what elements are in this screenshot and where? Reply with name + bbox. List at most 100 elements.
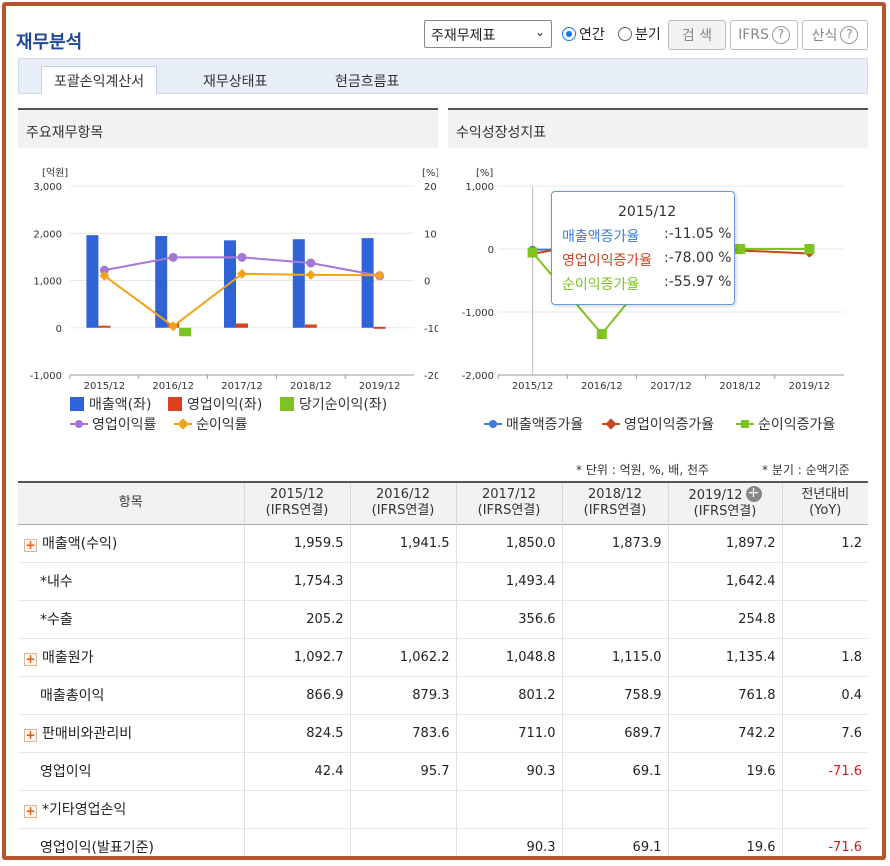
tab-income-statement[interactable]: 포괄손익계산서 [41,66,158,94]
cell-value: 69.1 [561,828,668,856]
row-label: 영업이익 [18,752,244,791]
expand-icon[interactable]: + [24,539,37,552]
main-financials-chart: [억원] [%] 3,000 20 2,000 10 1,000 0 0 -10 -1,000 -20… [30,167,438,392]
expand-icon[interactable]: + [24,805,37,818]
cell-value [667,790,782,829]
legend-op-margin-label: 영업이익률 [92,417,157,433]
cell-value [349,828,456,856]
legend-op-income: 영업이익(좌) [168,394,262,414]
x-tick-label: 2019/12 [359,381,401,392]
line-net-margin [103,272,380,328]
tab-balance-sheet[interactable]: 재무상태표 [191,67,279,95]
header-col-2016: 2016/12 (IFRS연결) [349,482,456,524]
x-tick-label: 2016/12 [152,381,194,392]
expand-icon[interactable]: + [24,653,37,666]
tooltip-value-rev: :-11.05 % [664,226,732,242]
tooltip-value-net: :-55.97 % [664,274,732,290]
y-tick: -2,000 [462,371,494,382]
table-row: + 매출액(수익) 1,959.5 1,941.5 1,850.0 1,873.9 1,89… [18,524,868,563]
row-label-text: *내수 [40,574,73,590]
add-column-icon[interactable]: + [745,486,762,503]
formula-button[interactable]: 산식? [802,20,868,50]
point-growth-net [596,329,607,340]
legend-growth-net-swatch [736,420,754,428]
cell-yoy: -71.6 [781,752,868,791]
question-icon: ? [771,26,790,44]
header-sub: (IFRS연결) [583,503,647,519]
main-financials-title: 주요재무항목 [18,108,438,148]
cell-value: 1,754.3 [243,562,350,601]
row-label-text: 매출액(수익) [42,536,118,552]
legend-growth-net: 순이익증가율 [736,414,835,434]
y-tick-left: 1,000 [33,277,62,288]
table-body: + 매출액(수익) 1,959.5 1,941.5 1,850.0 1,873.9 1,89… [18,524,868,856]
legend-net-income: 당기순이익(좌) [280,394,387,414]
cell-value [455,790,562,829]
radio-quarter-dot[interactable] [618,27,632,41]
cell-value: 758.9 [561,676,668,715]
ifrs-button[interactable]: IFRS? [730,20,798,50]
legend-growth-op: 영업이익증가율 [602,414,714,434]
quarter-note: * 분기 : 순액기준 [762,463,850,477]
y-tick-right: 20 [424,182,437,193]
cell-value: 824.5 [243,714,350,753]
question-icon: ? [840,26,859,44]
cell-yoy: 7.6 [781,714,868,753]
point-growth-net [527,247,538,258]
cell-yoy: 1.2 [781,524,868,563]
bar-revenue [292,239,305,328]
y-tick-right: 10 [424,229,437,240]
cell-value: 1,092.7 [243,638,350,677]
income-statement-table: 항목 2015/12 (IFRS연결) 2016/12 (IFRS연결) 2017/… [18,481,868,856]
y-tick: -1,000 [462,308,494,319]
chart-tooltip: 2015/12 매출액증가율 :-11.05 % 영업이익증가율 :-78.00… [551,191,735,305]
header-sub: (IFRS연결) [477,503,541,519]
table-row: + *기타영업손익 [18,790,868,829]
cell-value: 69.1 [561,752,668,791]
tab-cash-flow[interactable]: 현금흐름표 [323,67,411,95]
bar-revenue [361,238,374,328]
radio-annual[interactable]: 연간 [562,24,605,44]
statement-select-value: 주재무제표 [431,28,496,44]
x-tick-label: 2018/12 [290,381,332,392]
cell-value: 1,048.8 [455,638,562,677]
y-axis-unit-left: [억원] [42,167,68,179]
cell-value: 95.7 [349,752,456,791]
row-label-text: 매출총이익 [40,688,105,704]
cell-value: 1,959.5 [243,524,350,563]
header-yoy-label: 전년대비 [801,487,850,503]
row-label-text: 판매비와관리비 [42,726,133,742]
statement-select[interactable]: 주재무제표 ⌄ [424,20,552,48]
legend-net-income-label: 당기순이익(좌) [299,397,388,413]
y-tick-left: 3,000 [33,182,62,193]
cell-value: 19.6 [667,752,782,791]
y-tick-right: -10 [424,324,438,335]
expand-icon[interactable]: + [24,729,37,742]
header-col-2018: 2018/12 (IFRS연결) [561,482,668,524]
row-label[interactable]: + 판매비와관리비 [18,714,244,753]
header-year: 2018/12 [587,487,642,503]
cell-value [561,600,668,639]
radio-quarter[interactable]: 분기 [618,24,661,44]
row-label[interactable]: + *기타영업손익 [18,790,244,829]
row-label[interactable]: + 매출액(수익) [18,524,244,563]
bar-op-income [373,326,386,329]
legend-growth-rev-label: 매출액증가율 [506,417,584,433]
y-tick-left: -1,000 [30,371,62,382]
cell-value: 19.6 [667,828,782,856]
cell-value: 801.2 [455,676,562,715]
legend-net-margin-label: 순이익률 [196,417,248,433]
bar-op-income [98,325,111,328]
cell-value: 1,493.4 [455,562,562,601]
header-year: 2015/12 [269,487,324,503]
table-row: *내수 1,754.3 1,493.4 1,642.4 [18,562,868,601]
row-label[interactable]: + 매출원가 [18,638,244,677]
row-label-text: 영업이익 [40,764,92,780]
header-col-2015: 2015/12 (IFRS연결) [243,482,350,524]
tooltip-value-op: :-78.00 % [664,250,732,266]
cell-value: 711.0 [455,714,562,753]
radio-annual-dot[interactable] [562,27,576,41]
cell-yoy [781,600,868,639]
search-button[interactable]: 검 색 [668,20,726,50]
point-op-margin [168,252,178,262]
